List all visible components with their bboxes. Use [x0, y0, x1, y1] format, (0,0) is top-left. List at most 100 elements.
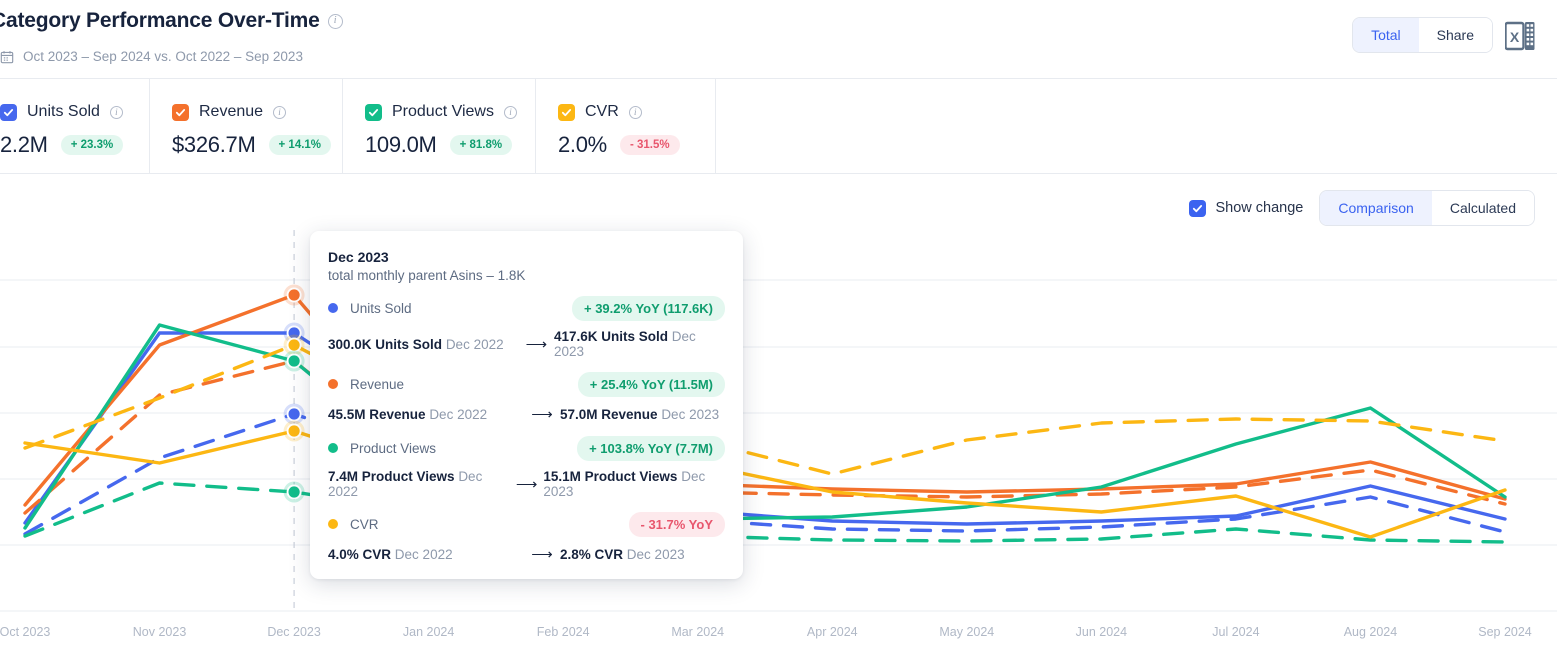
chart-point-cvr — [288, 339, 299, 350]
chart-line-product-views-comparison — [25, 483, 1505, 542]
metric-value-units-sold: 2.2M — [0, 132, 48, 158]
metric-change-cvr: - 31.5% — [620, 135, 680, 155]
x-axis-label: Aug 2024 — [1344, 625, 1398, 639]
show-change-toggle[interactable]: Show change — [1189, 200, 1303, 217]
info-icon[interactable]: i — [110, 106, 123, 119]
x-axis-label: Oct 2023 — [0, 625, 50, 639]
tooltip-series-name: CVR — [350, 517, 379, 532]
show-change-label: Show change — [1215, 200, 1303, 216]
view-toggle-share[interactable]: Share — [1419, 18, 1492, 52]
show-change-checkbox[interactable] — [1189, 200, 1206, 217]
mode-toggle-comparison[interactable]: Comparison — [1320, 191, 1431, 225]
tooltip-to-value: 57.0M Revenue — [560, 407, 658, 422]
metric-card-cvr[interactable]: CVR i 2.0% - 31.5% — [535, 79, 715, 173]
chart-point-product-views — [288, 355, 299, 366]
x-axis-label: May 2024 — [939, 625, 994, 639]
tooltip-to-period: Dec 2023 — [661, 407, 719, 422]
tooltip-series-name: Product Views — [350, 441, 436, 456]
tooltip-from-value: 4.0% CVR — [328, 547, 391, 562]
metric-cards: Units Sold i 2.2M + 23.3% Revenue i — [0, 79, 1557, 173]
info-icon[interactable]: i — [629, 106, 642, 119]
info-icon[interactable]: i — [328, 14, 343, 29]
tooltip-badge-revenue: + 25.4% YoY (11.5M) — [578, 372, 725, 397]
metric-checkbox-product-views[interactable] — [365, 104, 382, 121]
metric-checkbox-units-sold[interactable] — [0, 104, 17, 121]
tooltip-badge-units-sold: + 39.2% YoY (117.6K) — [572, 296, 725, 321]
view-toggle-total[interactable]: Total — [1353, 18, 1419, 52]
chart-line-cvr-comparison — [25, 345, 1505, 474]
x-axis-label: Apr 2024 — [807, 625, 858, 639]
chart-line-cvr-current — [25, 431, 1505, 537]
x-axis-label: Feb 2024 — [537, 625, 590, 639]
metric-card-product-views[interactable]: Product Views i 109.0M + 81.8% — [342, 79, 535, 173]
tooltip-row-revenue: Revenue + 25.4% YoY (11.5M) 45.5M Revenu… — [328, 373, 725, 423]
series-dot-product-views — [328, 443, 338, 453]
metric-value-cvr: 2.0% — [558, 132, 607, 158]
arrow-right-icon: ⟶ — [524, 545, 560, 563]
date-range-row: Oct 2023 – Sep 2024 vs. Oct 2022 – Sep 2… — [0, 49, 303, 64]
tooltip-from-value: 7.4M Product Views — [328, 469, 455, 484]
x-axis-label: Jul 2024 — [1212, 625, 1259, 639]
info-icon[interactable]: i — [504, 106, 517, 119]
chart-plot-area[interactable] — [0, 230, 1557, 660]
metric-label-product-views: Product Views — [392, 103, 494, 121]
chart-line-units-sold-current — [25, 333, 1505, 524]
series-dot-revenue — [328, 379, 338, 389]
tooltip-row-cvr: CVR - 31.7% YoY 4.0% CVR Dec 2022 ⟶ 2.8%… — [328, 513, 725, 563]
metric-card-units-sold[interactable]: Units Sold i 2.2M + 23.3% — [0, 79, 149, 173]
metric-value-product-views: 109.0M — [365, 132, 437, 158]
metric-label-cvr: CVR — [585, 103, 619, 121]
panel-header: Category Performance Over-Time i Oct 202… — [0, 0, 1557, 78]
metric-card-empty — [715, 79, 1557, 173]
tooltip-from-value: 300.0K Units Sold — [328, 337, 442, 352]
chart-x-axis: Oct 2023Nov 2023Dec 2023Jan 2024Feb 2024… — [0, 625, 1557, 649]
page-title: Category Performance Over-Time — [0, 9, 320, 33]
tooltip-to-period: Dec 2023 — [627, 547, 685, 562]
tooltip-to-value: 2.8% CVR — [560, 547, 623, 562]
metric-checkbox-cvr[interactable] — [558, 104, 575, 121]
tooltip-from-period: Dec 2022 — [446, 337, 504, 352]
tooltip-from-period: Dec 2022 — [395, 547, 453, 562]
metric-label-revenue: Revenue — [199, 103, 263, 121]
chart-line-revenue-current — [25, 295, 1505, 505]
svg-text:X: X — [1510, 29, 1520, 45]
metric-change-units-sold: + 23.3% — [61, 135, 124, 155]
x-axis-label: Mar 2024 — [671, 625, 724, 639]
tooltip-badge-product-views: + 103.8% YoY (7.7M) — [577, 436, 725, 461]
tooltip-from-value: 45.5M Revenue — [328, 407, 426, 422]
metric-checkbox-revenue[interactable] — [172, 104, 189, 121]
chart-point-cvr — [288, 425, 299, 436]
x-axis-label: Nov 2023 — [133, 625, 187, 639]
chart-controls: Show change Comparison Calculated — [1189, 190, 1535, 226]
chart-point-product-views — [288, 486, 299, 497]
x-axis-label: Dec 2023 — [267, 625, 321, 639]
metric-label-units-sold: Units Sold — [27, 103, 100, 121]
arrow-right-icon: ⟶ — [510, 475, 543, 493]
x-axis-label: Jun 2024 — [1076, 625, 1127, 639]
cards-divider — [0, 173, 1557, 174]
series-dot-cvr — [328, 519, 338, 529]
tooltip-row-units-sold: Units Sold + 39.2% YoY (117.6K) 300.0K U… — [328, 297, 725, 359]
chart-tooltip: Dec 2023 total monthly parent Asins – 1.… — [310, 231, 743, 579]
excel-export-icon[interactable]: X — [1505, 20, 1535, 52]
title-row: Category Performance Over-Time i — [0, 9, 343, 33]
chart-point-units-sold — [288, 408, 299, 419]
x-axis-label: Sep 2024 — [1478, 625, 1532, 639]
metric-change-product-views: + 81.8% — [450, 135, 513, 155]
tooltip-row-product-views: Product Views + 103.8% YoY (7.7M) 7.4M P… — [328, 437, 725, 499]
tooltip-to-value: 15.1M Product Views — [543, 469, 677, 484]
chart-line-product-views-current — [25, 325, 1505, 528]
chart-svg — [0, 230, 1557, 660]
view-toggle: Total Share — [1352, 17, 1493, 53]
metric-change-revenue: + 14.1% — [269, 135, 332, 155]
calendar-icon — [0, 50, 14, 64]
tooltip-to-value: 417.6K Units Sold — [554, 329, 668, 344]
arrow-right-icon: ⟶ — [524, 405, 560, 423]
chart-panel: Category Performance Over-Time i Oct 202… — [0, 0, 1557, 660]
metric-value-revenue: $326.7M — [172, 132, 256, 158]
mode-toggle-calculated[interactable]: Calculated — [1432, 191, 1534, 225]
mode-toggle: Comparison Calculated — [1319, 190, 1535, 226]
info-icon[interactable]: i — [273, 106, 286, 119]
metric-card-revenue[interactable]: Revenue i $326.7M + 14.1% — [149, 79, 342, 173]
series-dot-units-sold — [328, 303, 338, 313]
